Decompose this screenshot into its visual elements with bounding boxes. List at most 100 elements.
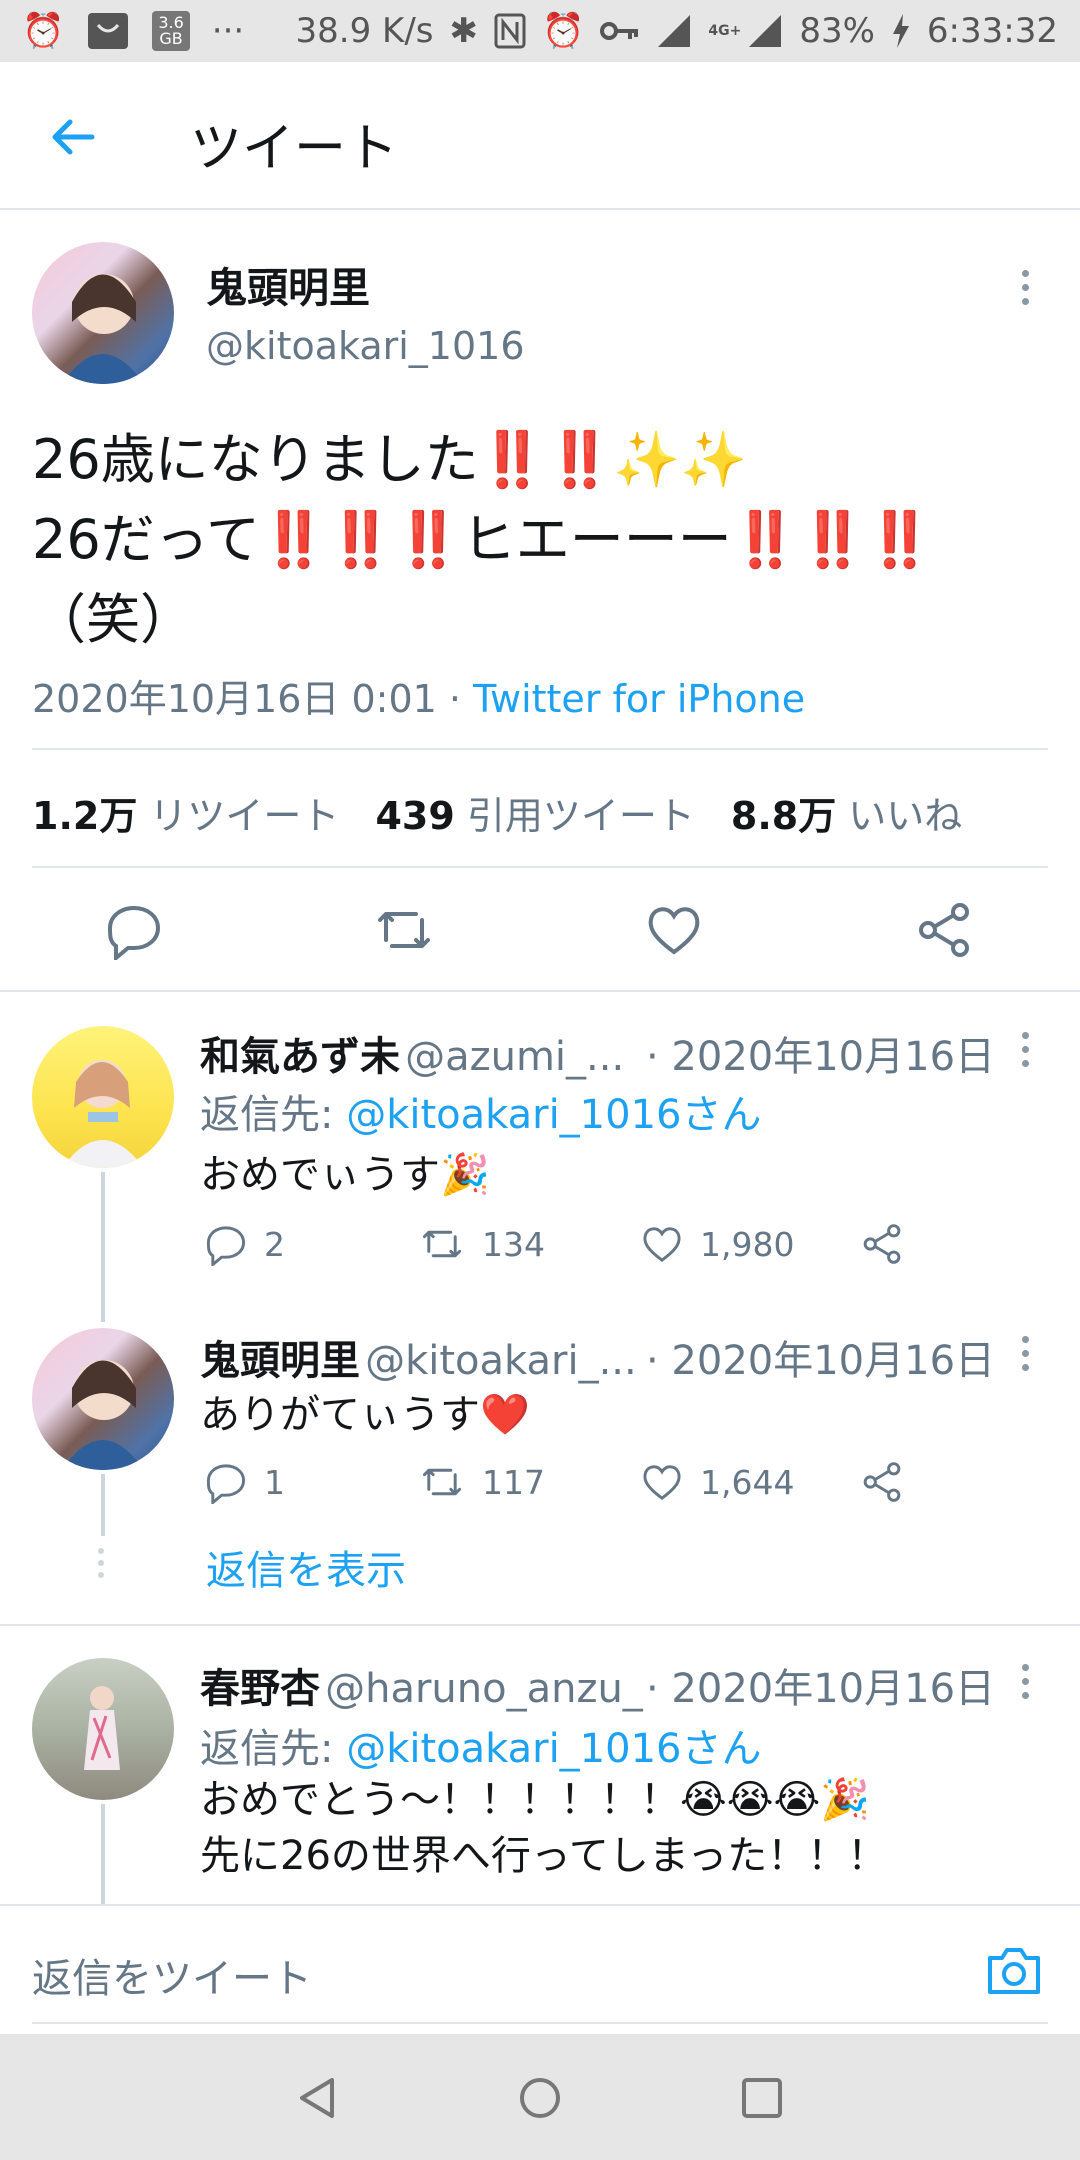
bluetooth-icon: ✱ <box>449 11 479 51</box>
reply-text-line-2: 先に26の世界へ行ってしまった！！！ <box>200 1833 888 1879</box>
divider <box>0 1624 1080 1626</box>
thread-line <box>101 1804 105 1904</box>
back-nav-icon[interactable] <box>296 2076 340 2124</box>
tweet-line-1: 26歳になりました‼️‼️✨✨ <box>32 428 748 491</box>
recents-nav-icon[interactable] <box>740 2076 784 2124</box>
battery-level: 83% <box>799 11 875 51</box>
share-button[interactable] <box>860 1222 904 1266</box>
compose-bar: 返信をツイート <box>0 1904 1080 2036</box>
divider <box>32 866 1048 868</box>
app-notification-icon <box>86 11 130 51</box>
tweet-source[interactable]: Twitter for iPhone <box>473 677 805 721</box>
reply-date: · 2020年10月16日 <box>646 1034 996 1080</box>
thread-line <box>101 1474 105 1536</box>
show-replies-link[interactable]: 返信を表示 <box>206 1538 406 1596</box>
clock: 6:33:32 <box>926 11 1058 51</box>
reply-count: 2 <box>264 1224 285 1264</box>
reply-date: · 2020年10月16日 <box>646 1666 996 1712</box>
retweet-icon <box>422 1230 462 1258</box>
retweet-button[interactable]: 117 <box>418 1460 545 1504</box>
tweet-line-2: 26だって‼️‼️‼️ヒエーーー‼️‼️‼️ <box>32 508 934 571</box>
reply-author-handle[interactable]: @haruno_anzu_ <box>325 1666 643 1712</box>
status-bar: ⏰ 3.6 GB ··· 38.9 K/s ✱ ⏰ 4G+ 83% 6:33:32 <box>0 0 1080 62</box>
alarm-icon-2: ⏰ <box>542 11 585 51</box>
data-usage-badge: 3.6 GB <box>152 11 190 51</box>
retweet-count: 117 <box>482 1462 545 1502</box>
reply-author-handle[interactable]: @azumi_... <box>405 1034 624 1080</box>
nfc-icon <box>494 13 526 49</box>
signal-icon-2 <box>747 13 783 49</box>
home-nav-icon[interactable] <box>518 2076 562 2124</box>
kebab-icon[interactable] <box>1022 1336 1030 1371</box>
avatar[interactable] <box>32 242 174 384</box>
author-handle[interactable]: @kitoakari_1016 <box>206 324 525 368</box>
share-icon <box>863 1224 901 1264</box>
reply-author-name[interactable]: 和氣あず未 <box>200 1034 400 1080</box>
network-speed: 38.9 K/s <box>295 11 434 51</box>
reply-to-link[interactable]: @kitoakari_1016さん <box>346 1726 761 1772</box>
avatar[interactable] <box>32 1658 174 1800</box>
network-type: 4G+ <box>708 23 742 39</box>
reply-to-line: 返信先: @kitoakari_1016さん <box>200 1726 762 1772</box>
divider <box>32 748 1048 750</box>
quote-stat[interactable]: 439 引用ツイート <box>375 785 694 840</box>
reply-author-handle[interactable]: @kitoakari_... <box>365 1338 637 1384</box>
like-count: 1,644 <box>700 1462 795 1502</box>
reply-button[interactable]: 2 <box>204 1222 285 1266</box>
like-count: 1,980 <box>700 1224 795 1264</box>
thread-line <box>101 1172 105 1322</box>
thread-dots <box>98 1548 104 1578</box>
more-indicator: ··· <box>211 11 245 51</box>
signal-icon <box>656 13 692 49</box>
retweet-icon[interactable] <box>374 900 434 960</box>
reply-text: ありがてぃうす❤️ <box>200 1392 530 1438</box>
stats-row: 1.2万 リツイート 439 引用ツイート 8.8万 いいね <box>32 785 962 840</box>
author-name[interactable]: 鬼頭明里 <box>206 254 370 314</box>
tweet-actions <box>0 870 1080 990</box>
tweet-line-3: （笑） <box>32 588 194 651</box>
reply-author-name[interactable]: 春野杏 <box>200 1666 320 1712</box>
avatar[interactable] <box>32 1026 174 1168</box>
like-icon[interactable] <box>644 900 704 960</box>
top-bar: ツイート <box>0 62 1080 210</box>
reply-icon <box>206 1226 246 1266</box>
reply-author-name[interactable]: 鬼頭明里 <box>200 1338 360 1384</box>
retweet-stat[interactable]: 1.2万 リツイート <box>32 785 339 840</box>
reply-icon <box>206 1464 246 1504</box>
retweet-icon <box>422 1468 462 1496</box>
tweet-text: 26歳になりました‼️‼️✨✨ 26だって‼️‼️‼️ヒエーーー‼️‼️‼️ （… <box>32 420 933 660</box>
divider <box>0 990 1080 992</box>
kebab-icon[interactable] <box>1022 1032 1030 1067</box>
reply-date: · 2020年10月16日 <box>646 1338 996 1384</box>
kebab-icon[interactable] <box>1022 270 1030 305</box>
share-icon[interactable] <box>914 900 974 960</box>
avatar[interactable] <box>32 1328 174 1470</box>
reply-to-link[interactable]: @kitoakari_1016さん <box>346 1092 761 1138</box>
like-icon <box>643 1465 681 1500</box>
reply-icon[interactable] <box>104 900 164 963</box>
system-nav-bar <box>0 2034 1080 2160</box>
reply-button[interactable]: 1 <box>204 1460 285 1504</box>
reply-text: おめでぃうす🎉 <box>200 1152 490 1198</box>
reply-to-line: 返信先: @kitoakari_1016さん <box>200 1092 762 1138</box>
reply-text: おめでとう〜！！！！！！😭😭😭🎉 先に26の世界へ行ってしまった！！！ <box>200 1772 887 1884</box>
share-button[interactable] <box>860 1460 904 1504</box>
reply-text-line-1: おめでとう〜！！！！！！😭😭😭🎉 <box>200 1777 871 1823</box>
like-icon <box>643 1227 681 1262</box>
like-stat[interactable]: 8.8万 いいね <box>731 785 962 840</box>
kebab-icon[interactable] <box>1022 1664 1030 1699</box>
page-title: ツイート <box>190 119 399 179</box>
like-button[interactable]: 1,980 <box>640 1222 794 1266</box>
alarm-icon: ⏰ <box>22 11 65 51</box>
retweet-count: 134 <box>482 1224 545 1264</box>
vpn-key-icon <box>600 19 640 43</box>
like-button[interactable]: 1,644 <box>640 1460 794 1504</box>
camera-icon[interactable] <box>984 1942 1044 2002</box>
share-icon <box>863 1462 901 1502</box>
reply-count: 1 <box>264 1462 285 1502</box>
tweet-date: 2020年10月16日 0:01 · <box>32 677 474 721</box>
back-arrow-icon[interactable] <box>48 112 98 162</box>
charging-icon <box>891 14 911 48</box>
retweet-button[interactable]: 134 <box>418 1222 545 1266</box>
compose-input[interactable]: 返信をツイート <box>32 1946 312 2004</box>
